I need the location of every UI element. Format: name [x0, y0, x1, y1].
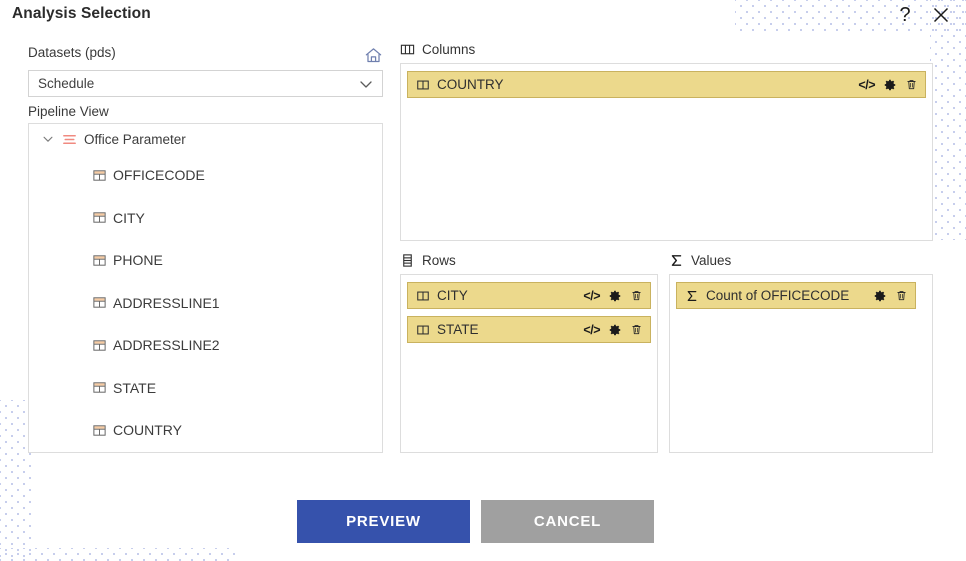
chip-label: Count of OFFICECODE [706, 288, 850, 303]
trash-icon[interactable] [895, 289, 908, 302]
analysis-selection-dialog: Analysis Selection ? Datasets (pds) Sche… [0, 0, 966, 561]
dot-pattern-right-edge [930, 0, 966, 240]
home-button[interactable] [362, 44, 384, 66]
page-title: Analysis Selection [12, 5, 151, 22]
code-icon[interactable]: </> [583, 323, 600, 337]
values-dropzone[interactable]: Count of OFFICECODE [669, 274, 933, 453]
chip-actions: </> [583, 289, 643, 303]
cancel-button[interactable]: CANCEL [481, 500, 654, 543]
chip-state[interactable]: STATE </> [407, 316, 651, 343]
rows-panel-header: Rows [400, 253, 456, 268]
tree-item-officecode[interactable]: OFFICECODE [29, 154, 382, 197]
columns-dropzone[interactable]: COUNTRY </> [400, 63, 933, 241]
close-button[interactable] [928, 2, 954, 28]
gear-icon[interactable] [608, 323, 622, 337]
column-field-icon [416, 78, 430, 92]
values-panel-title: Values [691, 253, 732, 268]
chip-city[interactable]: CITY </> [407, 282, 651, 309]
tree-item-label: ADDRESSLINE1 [113, 294, 220, 311]
tree-item-label: ADDRESSLINE2 [113, 337, 220, 354]
close-icon [932, 6, 950, 24]
values-panel-header: Values [669, 253, 731, 268]
tree-item-label: OFFICECODE [113, 167, 205, 184]
sigma-icon [669, 253, 684, 268]
column-field-icon [416, 289, 430, 303]
chip-actions: </> [858, 78, 918, 92]
field-table-icon [92, 380, 107, 395]
tree-item-label: STATE [113, 379, 157, 396]
pipeline-lines-icon [62, 132, 77, 147]
field-table-icon [92, 295, 107, 310]
datasets-label: Datasets (pds) [28, 45, 116, 60]
field-table-icon [92, 210, 107, 225]
tree-node-office-parameter[interactable]: Office Parameter [29, 124, 382, 154]
tree-item-addressline2[interactable]: ADDRESSLINE2 [29, 324, 382, 367]
gear-icon[interactable] [883, 78, 897, 92]
chip-label: CITY [437, 288, 468, 303]
chip-label: COUNTRY [437, 77, 504, 92]
columns-panel-title: Columns [422, 42, 476, 57]
columns-icon [400, 42, 415, 57]
tree-node-label: Office Parameter [84, 131, 186, 147]
dot-pattern-bottom-strip [0, 548, 236, 561]
columns-panel-header: Columns [400, 42, 475, 57]
trash-icon[interactable] [630, 323, 643, 336]
rows-icon [400, 253, 415, 268]
question-mark-icon: ? [899, 3, 911, 26]
tree-item-label: CITY [113, 209, 145, 226]
tree-item-phone[interactable]: PHONE [29, 239, 382, 282]
home-icon [364, 46, 383, 65]
tree-item-label: COUNTRY [113, 422, 182, 439]
preview-button[interactable]: PREVIEW [297, 500, 470, 543]
chip-label: STATE [437, 322, 479, 337]
trash-icon[interactable] [630, 289, 643, 302]
field-table-icon [92, 168, 107, 183]
sigma-icon [685, 289, 699, 303]
field-table-icon [92, 423, 107, 438]
tree-item-state[interactable]: STATE [29, 367, 382, 410]
gear-icon[interactable] [608, 289, 622, 303]
chevron-down-icon [358, 76, 374, 92]
chip-actions: </> [583, 323, 643, 337]
rows-dropzone[interactable]: CITY </> STATE </> [400, 274, 658, 453]
dataset-select[interactable]: Schedule [28, 70, 383, 97]
code-icon[interactable]: </> [583, 289, 600, 303]
chip-country[interactable]: COUNTRY </> [407, 71, 926, 98]
tree-item-country[interactable]: COUNTRY [29, 409, 382, 452]
help-button[interactable]: ? [892, 2, 918, 28]
chip-count-of-officecode[interactable]: Count of OFFICECODE [676, 282, 916, 309]
column-field-icon [416, 323, 430, 337]
trash-icon[interactable] [905, 78, 918, 91]
tree-item-label: PHONE [113, 252, 163, 269]
chevron-down-icon[interactable] [41, 132, 55, 146]
pipeline-view-label: Pipeline View [28, 104, 109, 119]
tree-item-addressline1[interactable]: ADDRESSLINE1 [29, 282, 382, 325]
gear-icon[interactable] [873, 289, 887, 303]
chip-actions [873, 289, 908, 303]
dataset-select-value: Schedule [38, 76, 95, 91]
field-table-icon [92, 338, 107, 353]
tree-item-city[interactable]: CITY [29, 197, 382, 240]
field-table-icon [92, 253, 107, 268]
pipeline-view-tree: Office Parameter OFFICECODE CITY PHONE A… [28, 123, 383, 453]
code-icon[interactable]: </> [858, 78, 875, 92]
rows-panel-title: Rows [422, 253, 456, 268]
